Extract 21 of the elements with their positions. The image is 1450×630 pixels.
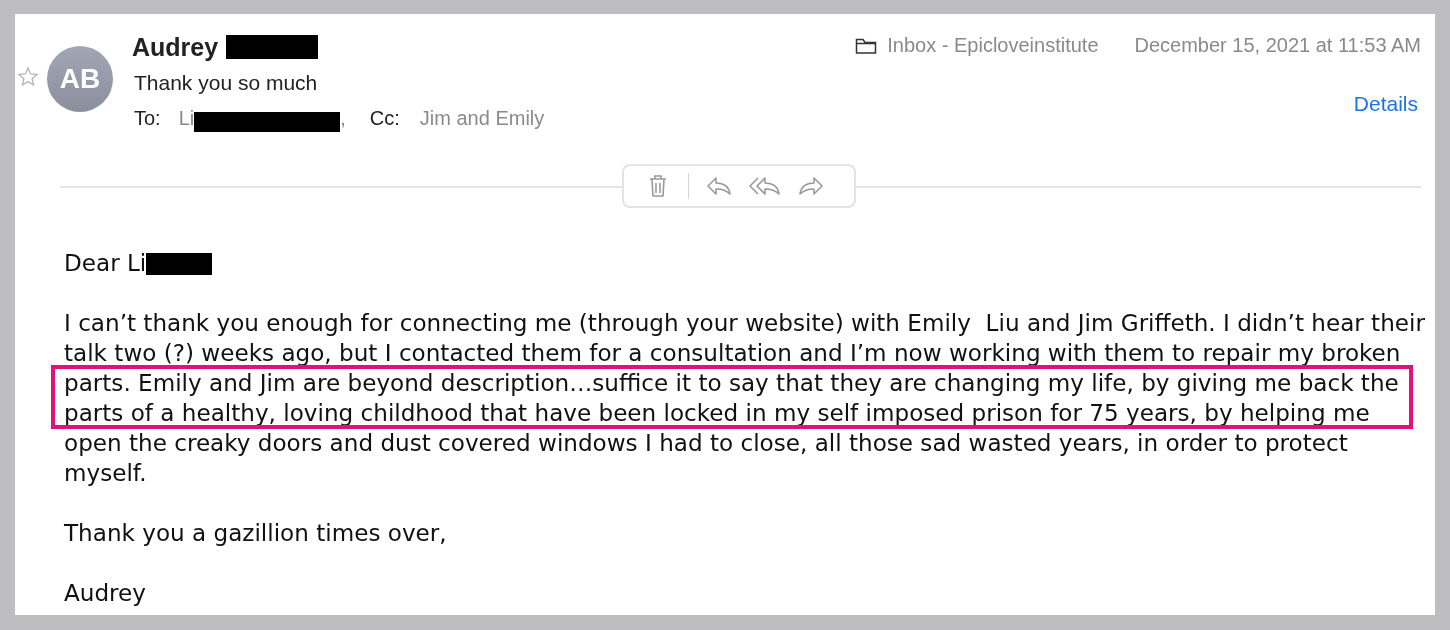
recipient-separator: ,: [340, 106, 346, 130]
message-paragraph: I can’t thank you enough for connecting me (through your website) with Emily Liu and Jim Griffeth. I didn’t hear their talk two (?) weeks ago, but I contacted them for a consultation and I’m now working with them to repair my broken parts. Emily and Jim are beyond description…suffice it to say that they are changing my life, by giving me back the parts of a healthy, loving childhood that have been locked in my self imposed prison for 75 years, by helping me open the creaky doors and dust covered windows I had to close, all those sad wasted years, in order to protect myself.: [64, 309, 1426, 488]
reply-icon: [706, 176, 732, 196]
cc-name: Jim and Emily: [419, 106, 545, 130]
forward-icon: [798, 176, 824, 196]
avatar: AB: [47, 46, 113, 112]
message-date: December 15, 2021 at 11:53 AM: [1134, 34, 1421, 57]
closing-line: Thank you a gazillion times over,: [64, 519, 448, 548]
greeting: Dear Li: [64, 249, 147, 278]
reply-all-icon: [749, 176, 781, 196]
recipient-name: Li: [178, 106, 195, 130]
to-label: To:: [134, 106, 161, 130]
cc-label: Cc:: [369, 106, 400, 130]
folder-icon: [855, 36, 878, 55]
subject: Thank you so much: [134, 71, 319, 95]
signature: Audrey: [64, 579, 147, 608]
mailbox-name: Inbox - Epicloveinstitute: [887, 34, 1099, 57]
details-link[interactable]: Details: [1353, 92, 1418, 116]
star-icon[interactable]: [17, 66, 39, 88]
sender-name: Audrey: [132, 32, 219, 62]
trash-icon: [648, 174, 668, 198]
